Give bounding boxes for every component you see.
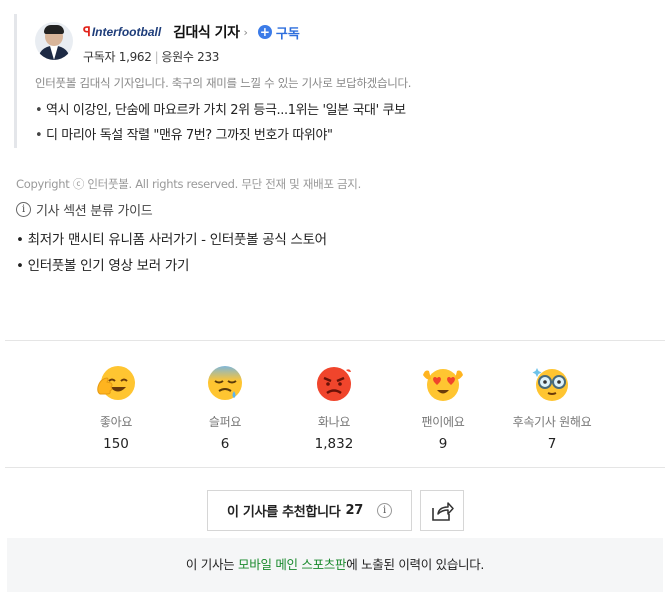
reaction-label: 화나요 bbox=[317, 415, 351, 429]
reaction-count: 6 bbox=[220, 436, 230, 452]
cheers-label: 응원수 bbox=[161, 50, 194, 64]
reporter-stats: 구독자 1,962 | 응원수 233 bbox=[83, 50, 220, 64]
reaction-count: 9 bbox=[438, 436, 448, 452]
reaction-count: 150 bbox=[103, 436, 129, 452]
cheers-count: 233 bbox=[197, 50, 220, 64]
reporter-article-link[interactable]: 역시 이강인, 단숨에 마요르카 가치 2위 등극...1위는 '일본 국대' … bbox=[35, 98, 654, 123]
reaction-fan-button[interactable]: 팬이에요 9 bbox=[388, 361, 498, 452]
section-guide-label: 기사 섹션 분류 가이드 bbox=[36, 204, 153, 219]
reporter-card: ꟼ Interfootball 김대식 기자 › + 구독 구독자 1,962 | 응… bbox=[14, 14, 654, 148]
want-more-emoji-icon bbox=[530, 361, 574, 405]
subscribe-label: 구독 bbox=[275, 26, 300, 42]
share-icon bbox=[432, 501, 454, 521]
fan-emoji-icon bbox=[421, 361, 465, 405]
promo-link-store[interactable]: 최저가 맨시티 유니폼 사러가기 - 인터풋볼 공식 스토어 bbox=[16, 228, 327, 248]
subscribers-count: 1,962 bbox=[118, 50, 152, 64]
info-icon[interactable]: i bbox=[376, 503, 392, 518]
notice-suffix: 에 노출된 이력이 있습니다. bbox=[346, 557, 485, 572]
sad-emoji-icon bbox=[203, 361, 247, 405]
reaction-sad-button[interactable]: 슬퍼요 6 bbox=[170, 361, 280, 452]
reporter-avatar[interactable] bbox=[35, 22, 73, 60]
section-guide-link[interactable]: i 기사 섹션 분류 가이드 bbox=[16, 200, 153, 219]
recommend-button[interactable]: 이 기사를 추천합니다 27 i bbox=[207, 490, 412, 531]
reaction-angry-button[interactable]: 화나요 1,832 bbox=[279, 361, 389, 452]
plus-icon: + bbox=[257, 25, 272, 39]
like-emoji-icon bbox=[94, 361, 138, 405]
reporter-article-link[interactable]: 디 마리아 독설 작렬 "맨유 7번? 그까짓 번호가 따위야" bbox=[35, 123, 654, 148]
recommend-count: 27 bbox=[345, 503, 363, 518]
reporter-name[interactable]: 김대식 기자 bbox=[173, 22, 240, 42]
subscribe-button[interactable]: + 구독 bbox=[257, 23, 300, 42]
reaction-count: 7 bbox=[547, 436, 557, 452]
exposure-notice: 이 기사는 모바일 메인 스포츠판에 노출된 이력이 있습니다. bbox=[7, 538, 663, 592]
share-button[interactable] bbox=[420, 490, 464, 531]
angry-emoji-icon bbox=[312, 361, 356, 405]
recommend-label: 이 기사를 추천합니다 bbox=[227, 505, 341, 520]
reaction-count: 1,832 bbox=[314, 436, 354, 452]
info-icon: i bbox=[16, 202, 31, 217]
reaction-like-button[interactable]: 좋아요 150 bbox=[61, 361, 171, 452]
promo-link-video[interactable]: 인터풋볼 인기 영상 보러 가기 bbox=[16, 254, 190, 274]
notice-prefix: 이 기사는 bbox=[185, 557, 239, 572]
reaction-label: 슬퍼요 bbox=[208, 415, 242, 429]
reaction-label: 좋아요 bbox=[99, 415, 133, 429]
reaction-bar: 좋아요 150 슬퍼요 6 화나요 1,832 팬이에요 9 후속기사 원해요 … bbox=[5, 340, 665, 468]
reporter-description: 인터풋볼 김대식 기자입니다. 축구의 재미를 느낄 수 있는 기사로 보답하겠… bbox=[35, 76, 412, 90]
reaction-want-more-button[interactable]: 후속기사 원해요 7 bbox=[497, 361, 607, 452]
subscribers-label: 구독자 bbox=[83, 50, 116, 64]
reaction-label: 후속기사 원해요 bbox=[512, 415, 592, 429]
copyright-text: Copyright ⓒ 인터풋볼. All rights reserved. 무… bbox=[16, 177, 361, 191]
reaction-label: 팬이에요 bbox=[421, 415, 465, 429]
outlet-logo[interactable]: ꟼ Interfootball bbox=[83, 24, 161, 40]
chevron-right-icon[interactable]: › bbox=[243, 26, 247, 39]
notice-link-sports-main[interactable]: 모바일 메인 스포츠판 bbox=[238, 557, 346, 572]
